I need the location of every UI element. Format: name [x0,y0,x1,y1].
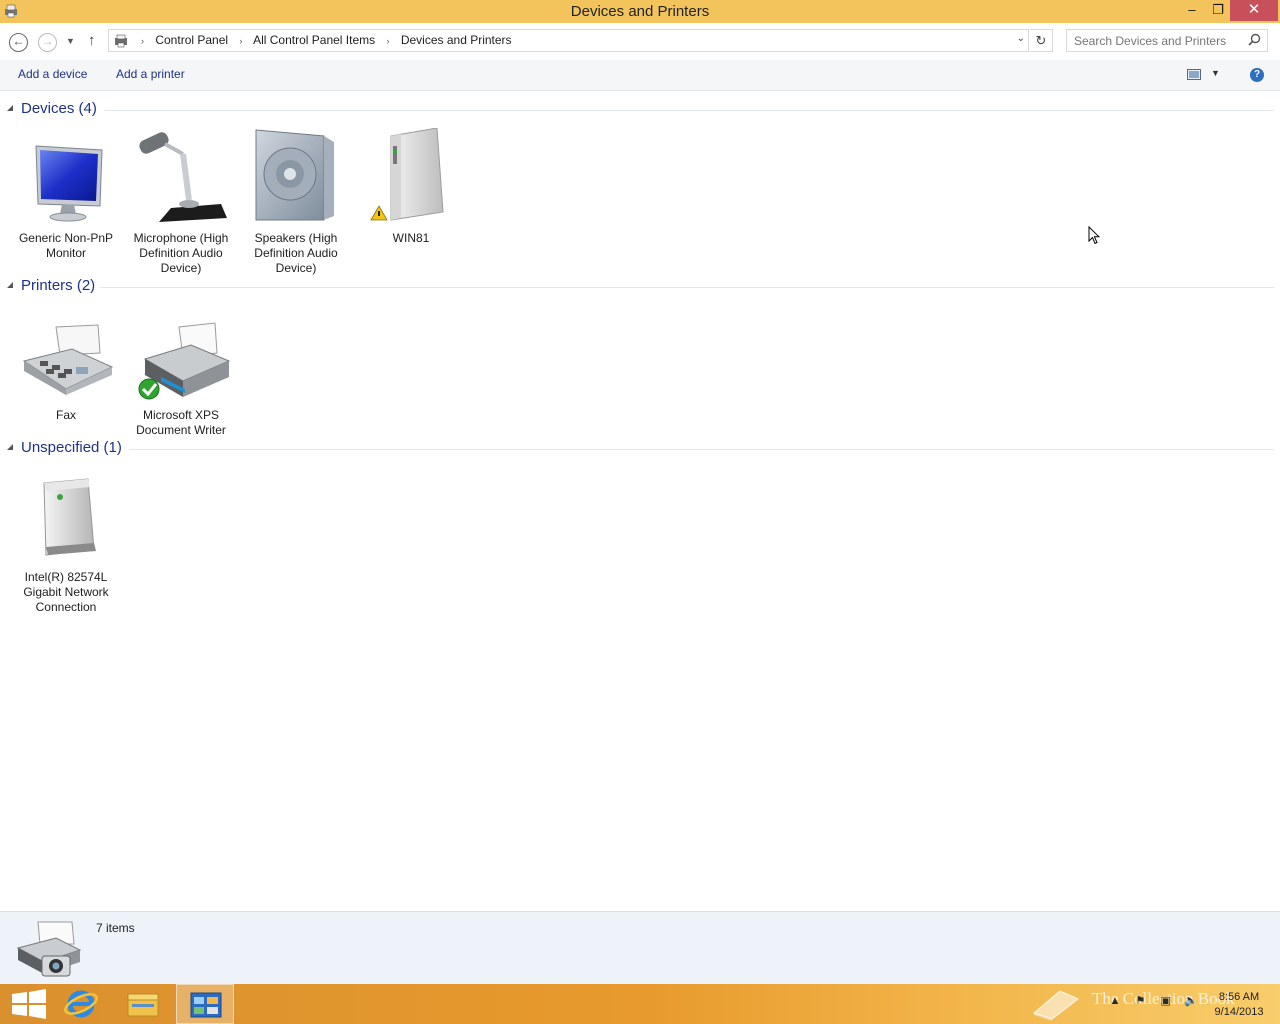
search-input[interactable] [1067,30,1245,51]
address-bar[interactable]: › Control Panel › All Control Panel Item… [108,29,1029,52]
device-generic-monitor[interactable]: Generic Non-PnP Monitor [12,128,120,261]
group-title-unspecified: Unspecified (1) [21,439,122,456]
close-button[interactable]: ✕ [1230,0,1278,21]
command-bar: Add a device Add a printer ▼ ? [0,60,1280,91]
collapse-triangle-icon[interactable] [7,282,13,288]
clock-date: 9/14/2013 [1214,1006,1264,1018]
device-label: Intel(R) 82574L Gigabit Network Connecti… [23,570,109,614]
change-view-icon[interactable] [1187,69,1201,80]
internet-explorer-icon [64,990,98,1018]
breadcrumb-separator[interactable]: › [141,36,144,46]
forward-button[interactable]: → [38,33,57,52]
control-panel-taskbar-icon [190,992,222,1018]
group-divider [104,110,1274,111]
system-tray: ▲ ⚑ ▣ 🔈 [1106,992,1204,1016]
computer-tower-icon [370,127,444,221]
printer-icon [138,322,231,400]
search-box [1066,29,1268,52]
group-divider [129,449,1274,450]
watermark-book-icon [1032,990,1079,1021]
taskbar-control-panel[interactable] [176,984,234,1024]
start-button[interactable] [0,984,58,1024]
window-title: Devices and Printers [570,3,710,20]
device-speakers[interactable]: Speakers (High Definition Audio Device) [242,128,350,276]
recent-locations-button[interactable]: ▼ [66,36,75,46]
breadcrumb: › Control Panel › All Control Panel Item… [133,30,512,51]
control-panel-icon [115,34,127,48]
collapse-triangle-icon[interactable] [7,105,13,111]
device-label: Fax [55,408,76,422]
taskbar-file-explorer[interactable] [114,984,172,1024]
add-printer-button[interactable]: Add a printer [116,67,185,81]
group-header-devices[interactable]: Devices (4) [0,100,1274,120]
group-header-unspecified[interactable]: Unspecified (1) [0,439,1274,459]
add-device-button[interactable]: Add a device [18,67,87,81]
device-intel-network[interactable]: Intel(R) 82574L Gigabit Network Connecti… [12,467,120,615]
group-divider [100,287,1274,288]
breadcrumb-control-panel[interactable]: Control Panel [155,33,228,47]
search-icon[interactable] [1248,33,1261,46]
group-title-printers: Printers (2) [21,277,96,294]
taskbar-internet-explorer[interactable] [52,984,110,1024]
network-adapter-icon [43,478,96,556]
speaker-icon [255,129,334,221]
collapse-triangle-icon[interactable] [7,444,13,450]
breadcrumb-devices-and-printers[interactable]: Devices and Printers [401,33,512,47]
devices-printers-large-icon [16,921,82,977]
volume-icon[interactable]: 🔈 [1182,992,1200,1010]
monitor-icon [35,145,103,222]
group-title-devices: Devices (4) [21,100,97,117]
navigation-bar: ← → ▼ ↑ › Control Panel › All Control Pa… [0,23,1280,60]
device-microphone[interactable]: Microphone (High Definition Audio Device… [127,128,235,276]
breadcrumb-all-control-panel-items[interactable]: All Control Panel Items [253,33,375,47]
device-label: Generic Non-PnP Monitor [18,231,114,260]
fax-icon [22,324,114,395]
folder-icon [127,993,159,1017]
minimize-button[interactable]: – [1178,0,1206,21]
show-hidden-icons-icon[interactable]: ▲ [1106,992,1124,1010]
device-label: Microphone (High Definition Audio Device… [133,231,229,275]
device-label: Speakers (High Definition Audio Device) [254,231,338,275]
clock[interactable]: 8:56 AM 9/14/2013 [1208,990,1270,1020]
windows-logo-icon [12,989,46,1019]
view-dropdown-button[interactable]: ▼ [1211,68,1220,78]
up-button[interactable]: ↑ [88,32,96,49]
refresh-button[interactable]: ↻ [1030,29,1053,52]
title-bar: Devices and Printers – ❐ ✕ [0,0,1280,23]
clock-time: 8:56 AM [1218,991,1260,1003]
breadcrumb-separator[interactable]: › [386,36,389,46]
group-header-printers[interactable]: Printers (2) [0,277,1274,297]
device-win81[interactable]: WIN81 [357,127,465,246]
breadcrumb-separator[interactable]: › [239,36,242,46]
action-center-flag-icon[interactable]: ⚑ [1131,992,1149,1010]
device-fax[interactable]: Fax [12,305,120,423]
taskbar: The Collection Book ▲ ⚑ ▣ 🔈 8:56 AM 9/14… [0,984,1280,1024]
item-count: 7 items [96,921,135,935]
address-dropdown-button[interactable]: ⌄ [1017,33,1025,44]
maximize-button[interactable]: ❐ [1204,0,1232,21]
network-icon[interactable]: ▣ [1157,992,1175,1010]
device-xps-writer[interactable]: Microsoft XPS Document Writer [127,305,235,438]
device-label: Microsoft XPS Document Writer [136,408,226,437]
details-pane: 7 items [0,911,1280,984]
device-label: WIN81 [392,231,430,245]
back-button[interactable]: ← [9,33,28,52]
microphone-icon [139,132,227,222]
mouse-cursor-icon [1088,226,1100,245]
help-icon[interactable]: ? [1250,68,1264,82]
